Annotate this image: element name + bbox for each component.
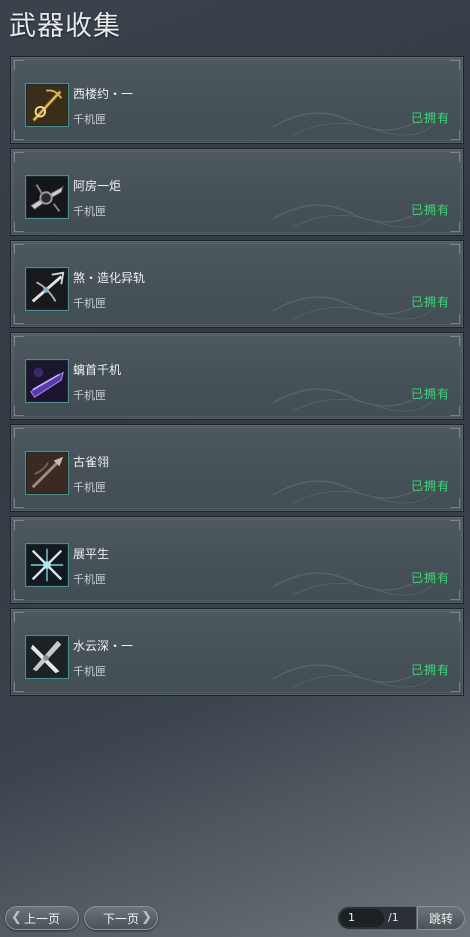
owned-status: 已拥有	[410, 387, 450, 401]
owned-status: 已拥有	[410, 295, 450, 309]
chevron-left-icon: ❮	[11, 910, 22, 925]
weapon-category: 千机匣	[73, 665, 106, 678]
weapon-name: 水云深・一	[73, 639, 134, 653]
purple-blade-icon	[26, 360, 68, 402]
weapon-card[interactable]: 展平生 千机匣 已拥有	[10, 516, 464, 604]
prev-page-label: 上一页	[23, 911, 60, 926]
owned-status: 已拥有	[410, 203, 450, 217]
weapon-list: 西楼约・一 千机匣 已拥有 阿房一炬 千机匣 已拥有 煞・造化异轨 千机匣 已拥…	[10, 56, 464, 700]
gold-sword-icon	[26, 84, 68, 126]
weapon-category: 千机匣	[73, 205, 106, 218]
page-title: 武器收集	[9, 11, 121, 42]
jump-button[interactable]: 跳转	[417, 906, 465, 930]
weapon-card[interactable]: 古雀翎 千机匣 已拥有	[10, 424, 464, 512]
page-number-input[interactable]: 1	[340, 909, 384, 927]
owned-status: 已拥有	[410, 479, 450, 493]
next-page-label: 下一页	[102, 911, 139, 926]
weapon-name: 展平生	[73, 547, 110, 561]
spear-icon	[26, 452, 68, 494]
prev-page-button[interactable]: ❮ 上一页	[5, 906, 79, 930]
weapon-name: 螭首千机	[73, 363, 122, 377]
owned-status: 已拥有	[410, 571, 450, 585]
silver-cross-icon	[26, 636, 68, 678]
weapon-category: 千机匣	[73, 297, 106, 310]
weapon-category: 千机匣	[73, 389, 106, 402]
weapon-name: 阿房一炬	[73, 179, 122, 193]
weapon-category: 千机匣	[73, 113, 106, 126]
dark-blade-icon	[26, 176, 68, 218]
weapon-card[interactable]: 螭首千机 千机匣 已拥有	[10, 332, 464, 420]
weapon-category: 千机匣	[73, 481, 106, 494]
owned-status: 已拥有	[410, 111, 450, 125]
weapon-card[interactable]: 水云深・一 千机匣 已拥有	[10, 608, 464, 696]
crossbow-icon	[26, 268, 68, 310]
weapon-card[interactable]: 煞・造化异轨 千机匣 已拥有	[10, 240, 464, 328]
page-total: /1	[388, 911, 399, 924]
weapon-name: 西楼约・一	[73, 87, 134, 101]
weapon-card[interactable]: 西楼约・一 千机匣 已拥有	[10, 56, 464, 144]
crossed-blades-icon	[26, 544, 68, 586]
chevron-right-icon: ❯	[141, 910, 152, 925]
owned-status: 已拥有	[410, 663, 450, 677]
weapon-name: 古雀翎	[73, 455, 110, 469]
next-page-button[interactable]: 下一页 ❯	[84, 906, 158, 930]
page-indicator: 1 /1	[337, 906, 417, 930]
weapon-category: 千机匣	[73, 573, 106, 586]
weapon-name: 煞・造化异轨	[73, 271, 146, 285]
weapon-card[interactable]: 阿房一炬 千机匣 已拥有	[10, 148, 464, 236]
